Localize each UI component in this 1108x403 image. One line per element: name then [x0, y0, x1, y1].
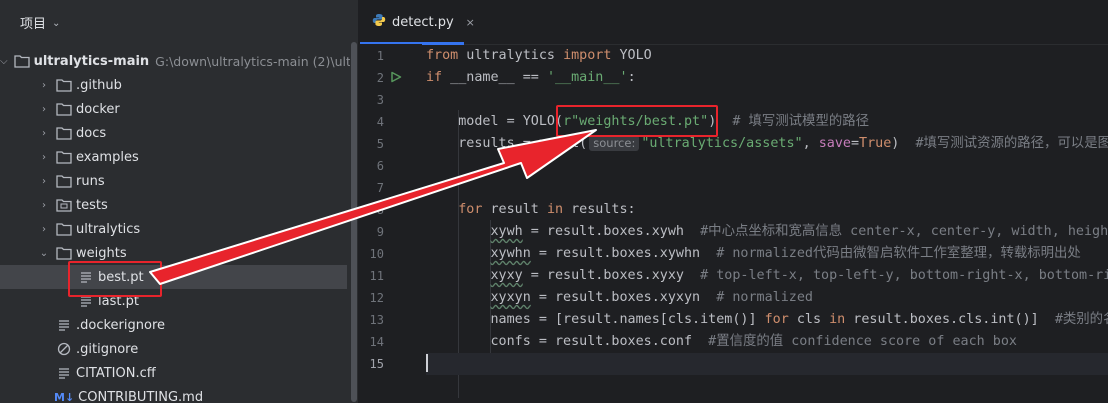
annotation-arrow-shape — [149, 129, 597, 285]
annotation-arrow — [149, 129, 597, 285]
